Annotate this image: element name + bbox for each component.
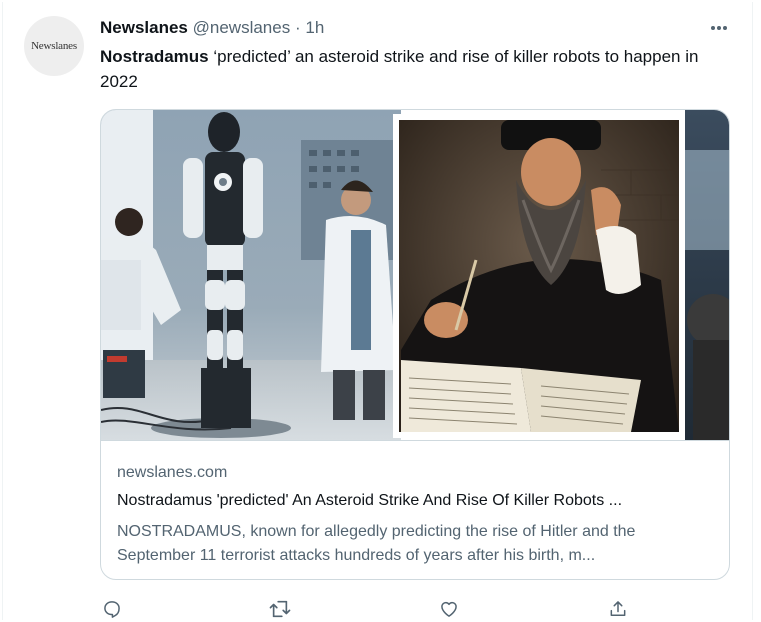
heart-icon: [441, 601, 457, 617]
card-domain: newslanes.com: [117, 464, 228, 481]
share-button[interactable]: [607, 598, 629, 620]
card-meta[interactable]: newslanes.com Nostradamus 'predicted' An…: [101, 440, 729, 579]
card-image-illustration: [101, 110, 729, 440]
card-image[interactable]: [101, 110, 729, 440]
tweet-header: Newslanes @newslanes · 1h: [100, 17, 324, 39]
more-options-button[interactable]: [706, 15, 732, 41]
retweet-button[interactable]: [269, 598, 291, 620]
link-card[interactable]: newslanes.com Nostradamus 'predicted' An…: [100, 109, 730, 580]
retweet-icon: [269, 600, 291, 618]
reply-icon: [104, 601, 120, 618]
avatar[interactable]: Newslanes: [24, 16, 84, 76]
share-icon: [610, 601, 626, 616]
user-handle[interactable]: @newslanes: [193, 18, 291, 37]
card-title: Nostradamus 'predicted' An Asteroid Stri…: [117, 492, 623, 509]
reply-button[interactable]: [101, 598, 123, 620]
avatar-logo-text: Newslanes: [31, 40, 77, 52]
tweet-text: Nostradamus ‘predicted’ an asteroid stri…: [100, 44, 720, 94]
card-description: NOSTRADAMUS, known for allegedly predict…: [117, 523, 636, 564]
more-dots-icon: [711, 26, 727, 30]
tweet-text-bold: Nostradamus: [100, 47, 209, 66]
display-name[interactable]: Newslanes: [100, 18, 188, 37]
timestamp[interactable]: 1h: [305, 18, 324, 37]
like-button[interactable]: [438, 598, 460, 620]
separator-dot: ·: [294, 18, 301, 37]
